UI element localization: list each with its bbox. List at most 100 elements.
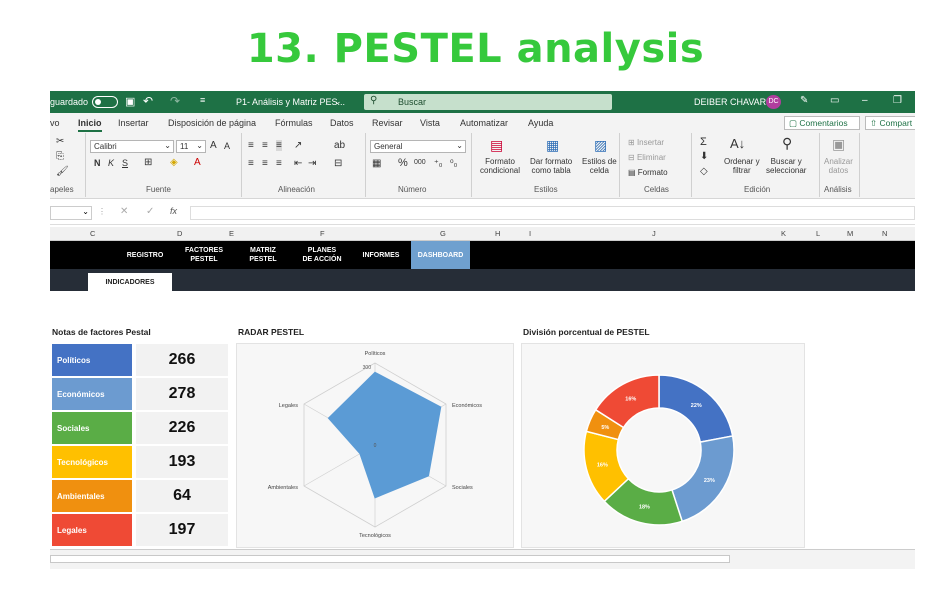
- italic-button[interactable]: K: [108, 158, 114, 168]
- grow-font-button[interactable]: A: [210, 140, 217, 151]
- maximize-icon[interactable]: ❐: [893, 95, 902, 106]
- comments-button[interactable]: ▢ Comentarios: [784, 116, 860, 130]
- analyze-line2: datos: [828, 166, 849, 175]
- align-middle-icon[interactable]: ≡: [262, 140, 268, 151]
- align-left-icon[interactable]: ≡: [248, 158, 254, 169]
- save-icon[interactable]: ▣: [125, 95, 135, 108]
- font-name-select[interactable]: Calibri ⌄: [90, 140, 174, 153]
- number-format-select[interactable]: General ⌄: [370, 140, 466, 153]
- avatar[interactable]: DC: [766, 95, 781, 109]
- cell-styles-button[interactable]: Estilos de celda: [582, 157, 617, 175]
- undo-icon[interactable]: ↶: [143, 94, 153, 108]
- format-painter-icon[interactable]: 🖌: [56, 166, 69, 177]
- wrap-text-icon[interactable]: ab: [334, 140, 345, 151]
- cell-styles-icon[interactable]: ▨: [594, 137, 607, 154]
- fill-icon[interactable]: ⬇: [700, 151, 708, 162]
- insert-function-icon[interactable]: fx: [170, 206, 177, 216]
- format-cells-button[interactable]: ▤ Formato: [628, 168, 668, 177]
- menu-page-layout[interactable]: Disposición de página: [168, 118, 256, 128]
- nav-registro[interactable]: REGISTRO: [120, 241, 170, 269]
- pen-icon[interactable]: ✎: [800, 95, 808, 106]
- autosave-toggle[interactable]: [92, 96, 118, 108]
- increase-decimal-icon[interactable]: ⁺₀: [434, 158, 443, 169]
- shrink-font-button[interactable]: A: [224, 141, 230, 151]
- find-icon[interactable]: ⚲: [782, 135, 792, 152]
- insert-cells-button[interactable]: ⊞ Insertar: [628, 138, 664, 147]
- cancel-icon[interactable]: ✕: [120, 206, 128, 217]
- find-select-button[interactable]: Buscar y seleccionar: [766, 157, 806, 175]
- orientation-icon[interactable]: ↗: [294, 140, 302, 151]
- column-header[interactable]: M: [847, 229, 853, 238]
- borders-icon[interactable]: ⊞: [144, 157, 152, 168]
- redo-icon[interactable]: ↷: [170, 94, 180, 108]
- column-header[interactable]: D: [177, 229, 182, 238]
- format-table-button[interactable]: Dar formato como tabla: [530, 157, 572, 175]
- analyze-data-icon[interactable]: ▣: [832, 136, 845, 153]
- conditional-format-button[interactable]: Formato condicional: [480, 157, 520, 175]
- column-header[interactable]: L: [816, 229, 820, 238]
- column-header[interactable]: G: [440, 229, 446, 238]
- share-button[interactable]: ⇧ Compart: [865, 116, 915, 130]
- align-bottom-icon[interactable]: ≡: [276, 140, 282, 151]
- column-header[interactable]: N: [882, 229, 887, 238]
- chevron-down-icon[interactable]: ⌄: [334, 96, 342, 107]
- menu-data[interactable]: Datos: [330, 118, 354, 128]
- sort-filter-icon[interactable]: A↓: [730, 136, 745, 151]
- cut-icon[interactable]: ✂: [56, 136, 64, 147]
- nav-factores-pestel[interactable]: FACTORES PESTEL: [178, 241, 230, 269]
- name-box[interactable]: ⌄: [50, 206, 92, 220]
- conditional-format-icon[interactable]: ▤: [490, 137, 503, 154]
- percent-button[interactable]: %: [398, 157, 408, 169]
- menu-automate[interactable]: Automatizar: [460, 118, 508, 128]
- menu-file[interactable]: vo: [50, 118, 60, 128]
- decrease-decimal-icon[interactable]: ⁰₀: [450, 158, 457, 169]
- nav-matriz-pestel[interactable]: MATRIZ PESTEL: [238, 241, 288, 269]
- merge-center-icon[interactable]: ⊟: [334, 158, 342, 169]
- column-header[interactable]: C: [90, 229, 95, 238]
- sort-filter-button[interactable]: Ordenar y filtrar: [724, 157, 760, 175]
- menu-view[interactable]: Vista: [420, 118, 440, 128]
- increase-indent-icon[interactable]: ⇥: [308, 158, 316, 169]
- clear-icon[interactable]: ◇: [700, 166, 708, 177]
- accounting-format-icon[interactable]: ▦: [372, 158, 381, 169]
- group-cells: ⊞ Insertar ⊟ Eliminar ▤ Formato Celdas: [620, 133, 692, 197]
- copy-icon[interactable]: ⎘: [56, 151, 64, 162]
- ribbon-display-icon[interactable]: ▭: [830, 95, 839, 106]
- column-header[interactable]: F: [320, 229, 325, 238]
- column-header[interactable]: H: [495, 229, 500, 238]
- comma-style-button[interactable]: 000: [414, 159, 426, 166]
- font-color-icon[interactable]: A: [194, 157, 201, 168]
- tab-indicadores[interactable]: INDICADORES: [88, 273, 172, 291]
- autosum-icon[interactable]: Σ: [700, 136, 707, 148]
- menu-insert[interactable]: Insertar: [118, 118, 149, 128]
- menu-review[interactable]: Revisar: [372, 118, 403, 128]
- delete-cells-button[interactable]: ⊟ Eliminar: [628, 153, 666, 162]
- column-header[interactable]: J: [652, 229, 656, 238]
- font-size-select[interactable]: 11 ⌄: [176, 140, 206, 153]
- fill-color-icon[interactable]: ◈: [170, 157, 178, 168]
- menu-home[interactable]: Inicio: [78, 118, 102, 132]
- nav-dashboard[interactable]: DASHBOARD: [411, 241, 470, 269]
- formula-input[interactable]: [190, 206, 915, 220]
- nav-informes[interactable]: INFORMES: [356, 241, 406, 269]
- customize-toolbar-icon[interactable]: ≡: [200, 95, 205, 105]
- menu-formulas[interactable]: Fórmulas: [275, 118, 313, 128]
- format-table-icon[interactable]: ▦: [546, 137, 559, 154]
- horizontal-scrollbar[interactable]: [50, 555, 730, 563]
- file-name[interactable]: P1- Análisis y Matriz PES...: [236, 97, 345, 107]
- bold-button[interactable]: N: [94, 158, 101, 168]
- align-right-icon[interactable]: ≡: [276, 158, 282, 169]
- column-header[interactable]: I: [529, 229, 531, 238]
- minimize-icon[interactable]: –: [862, 95, 868, 106]
- enter-icon[interactable]: ✓: [146, 206, 154, 217]
- menu-help[interactable]: Ayuda: [528, 118, 553, 128]
- align-center-icon[interactable]: ≡: [262, 158, 268, 169]
- column-header[interactable]: K: [781, 229, 786, 238]
- analyze-data-button[interactable]: Analizar datos: [824, 157, 853, 175]
- align-top-icon[interactable]: ≡: [248, 140, 254, 151]
- column-header[interactable]: E: [229, 229, 234, 238]
- nav-planes-accion[interactable]: PLANES DE ACCIÓN: [296, 241, 348, 269]
- decrease-indent-icon[interactable]: ⇤: [294, 158, 302, 169]
- underline-button[interactable]: S: [122, 158, 128, 168]
- search-box[interactable]: ⚲ Buscar: [364, 94, 612, 110]
